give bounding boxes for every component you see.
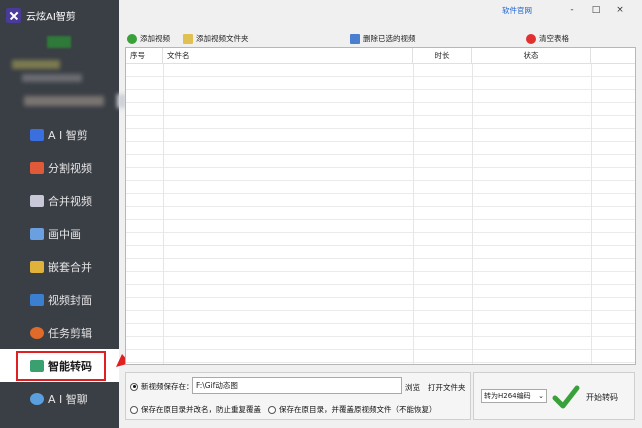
column-divider [163,64,164,364]
checkmark-icon [552,385,580,409]
radio-dot [268,405,276,414]
encoding-select[interactable]: 转为H264编码 ⌄ [481,389,547,403]
clear-icon [526,33,536,44]
toolbar: 添加视频 添加视频文件夹 删除已选的视频 清空表格 [119,31,642,47]
maximize-button[interactable]: □ [584,5,608,15]
column-header-duration[interactable]: 时长 [413,48,472,64]
window-title-bar: 软件官网 - □ × [119,0,642,20]
radio-save-rename[interactable]: 保存在原目录并改名，防止重复覆盖 [130,404,261,415]
minimize-button[interactable]: - [560,5,584,15]
column-header-index[interactable]: 序号 [126,48,163,64]
add-icon [127,33,137,44]
open-folder-button[interactable]: 打开文件夹 [428,382,466,393]
output-settings: 新视频保存在： F:\Gif动态图 浏览 打开文件夹 保存在原目录并改名，防止重… [125,372,636,422]
output-location-panel: 新视频保存在： F:\Gif动态图 浏览 打开文件夹 保存在原目录并改名，防止重… [125,372,471,420]
table-header: 序号 文件名 时长 状态 [126,48,635,64]
column-header-status[interactable]: 状态 [472,48,591,64]
delete-icon [350,33,360,44]
column-divider [472,64,473,364]
video-table[interactable]: 序号 文件名 时长 状态 [125,47,636,365]
radio-dot [130,405,138,414]
delete-selected-button[interactable]: 删除已选的视频 [350,33,416,44]
add-video-button[interactable]: 添加视频 [127,33,170,44]
convert-panel: 转为H264编码 ⌄ 开始转码 [473,372,635,420]
column-header-filename[interactable]: 文件名 [163,48,413,64]
radio-dot [130,382,138,391]
start-transcode-button[interactable]: 开始转码 [552,379,632,415]
clear-table-button[interactable]: 清空表格 [526,33,569,44]
browse-button[interactable]: 浏览 [405,382,420,393]
official-site-link[interactable]: 软件官网 [502,5,532,16]
output-path-input[interactable]: F:\Gif动态图 [192,377,402,394]
column-header-empty [591,48,635,64]
radio-save-overwrite[interactable]: 保存在原目录，并覆盖原视频文件（不能恢复） [268,404,437,415]
column-divider [413,64,414,364]
folder-icon [183,33,193,44]
table-body [126,64,635,364]
column-divider [591,64,592,364]
chevron-down-icon: ⌄ [538,392,544,400]
radio-new-location[interactable]: 新视频保存在： [130,381,194,392]
close-button[interactable]: × [608,5,632,15]
add-folder-button[interactable]: 添加视频文件夹 [183,33,249,44]
